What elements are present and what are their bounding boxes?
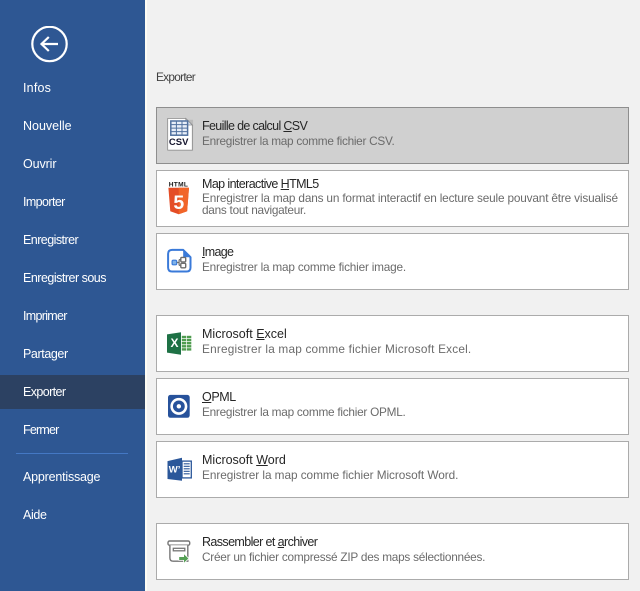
svg-text:X: X [171,336,179,350]
svg-text:5: 5 [173,192,184,214]
svg-text:HTML: HTML [169,182,189,189]
svg-text:CSV: CSV [169,137,189,148]
svg-text:W’: W’ [169,465,181,476]
